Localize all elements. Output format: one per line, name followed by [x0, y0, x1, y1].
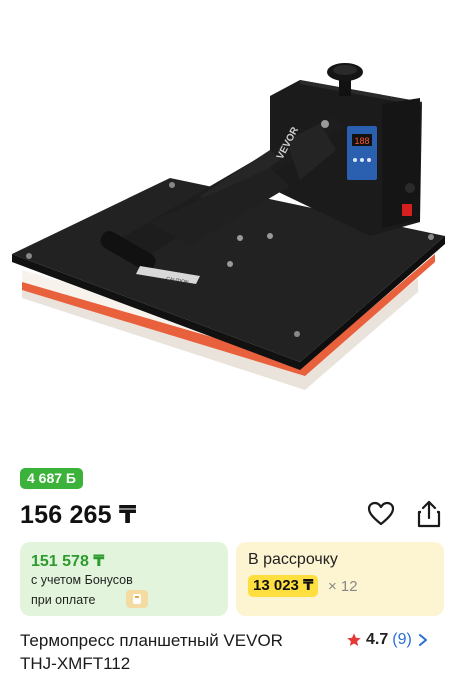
product-title: Термопресс планшетный VEVOR THJ-XMFT112 [20, 629, 340, 675]
heat-press-illustration: 188 CAUTION VEVOR [12, 63, 445, 390]
bonus-price-card[interactable]: 151 578 ₸ с учетом Бонусов при оплате [20, 542, 228, 616]
installment-amount: 13 023 ₸ [248, 575, 319, 597]
product-image[interactable]: 188 CAUTION VEVOR [0, 0, 464, 452]
installment-multiplier: × 12 [328, 578, 358, 595]
star-icon [347, 633, 361, 646]
bonus-note-line1: с учетом Бонусов [31, 573, 133, 587]
rating-score: 4.7 [366, 631, 389, 648]
heart-icon [367, 501, 395, 526]
product-title-line1: Термопресс планшетный VEVOR [20, 631, 283, 650]
share-icon [417, 500, 441, 528]
product-price: 156 265 ₸ [20, 501, 137, 529]
chevron-right-icon [418, 634, 427, 646]
product-title-line2: THJ-XMFT112 [20, 654, 131, 673]
svg-text:188: 188 [354, 136, 369, 146]
bonus-points-badge: 4 687 Б [20, 468, 83, 489]
review-count[interactable]: (9) [392, 631, 412, 649]
share-button[interactable] [415, 499, 443, 529]
pay-wallet-icon [126, 590, 148, 608]
installment-title: В рассрочку [248, 551, 338, 568]
bonus-price: 151 578 ₸ [31, 553, 105, 570]
rating-link[interactable]: 4.7 (9) [346, 630, 428, 650]
bonus-note-line2: при оплате [31, 593, 96, 607]
favorite-button[interactable] [367, 501, 395, 527]
installment-card[interactable]: В рассрочку 13 023 ₸ × 12 [236, 542, 444, 616]
